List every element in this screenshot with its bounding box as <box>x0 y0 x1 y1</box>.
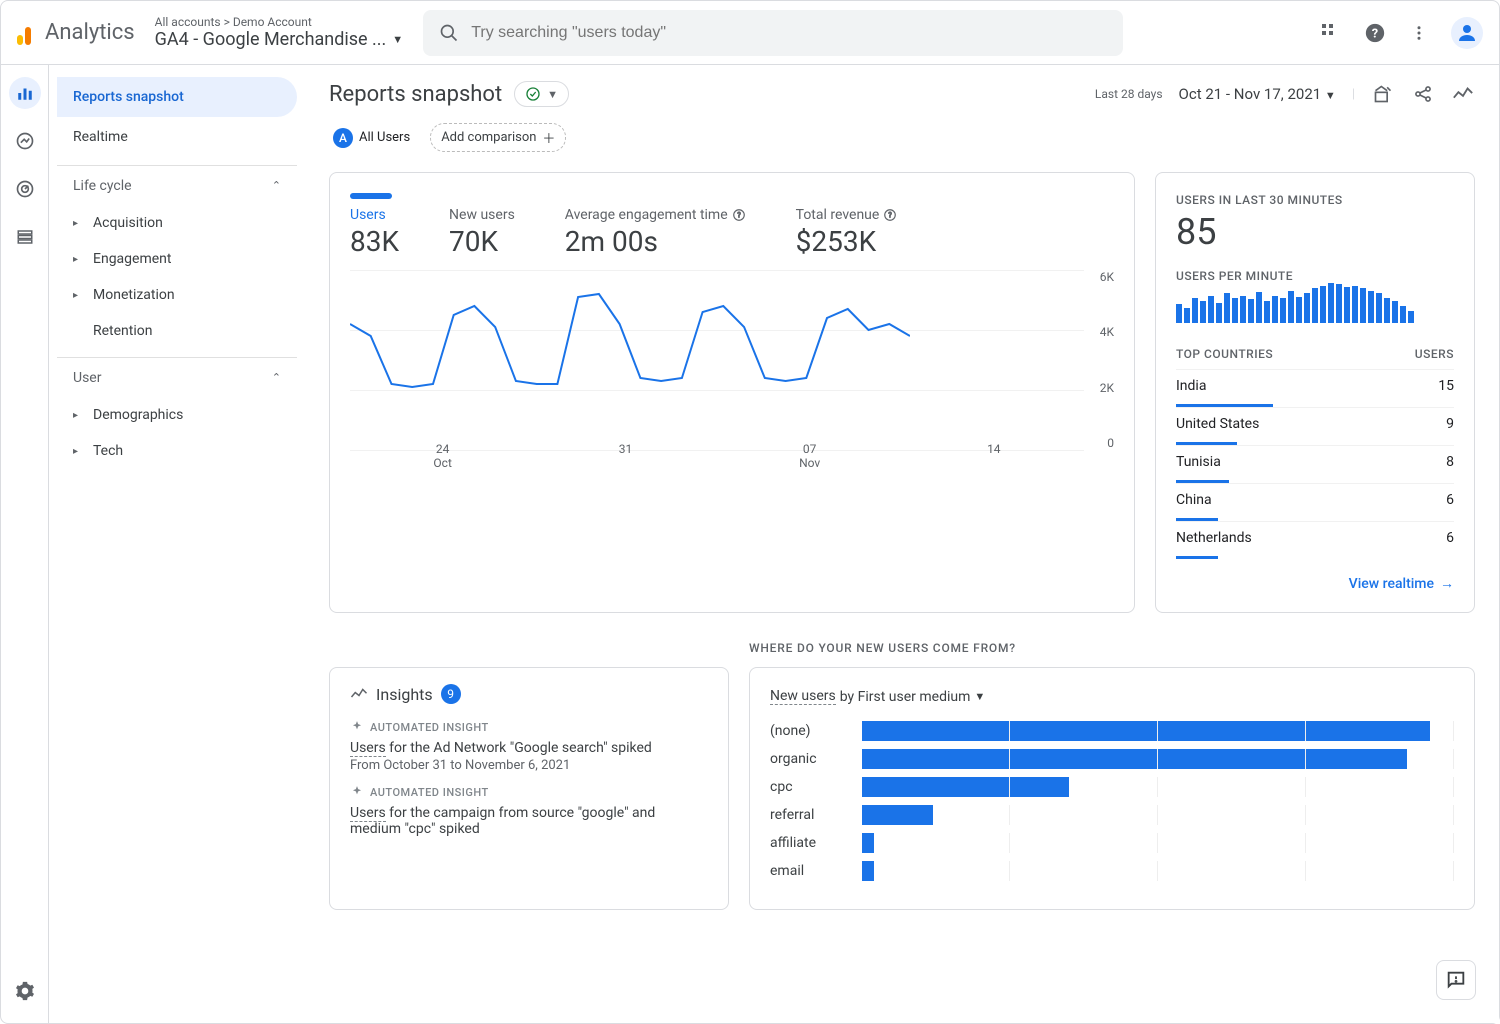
users-per-minute-chart <box>1176 283 1454 323</box>
bar-row: cpc <box>770 777 1454 797</box>
main-content: Reports snapshot ▼ Last 28 days Oct 21 -… <box>305 65 1499 1023</box>
sidebar-group-user[interactable]: User ⌃ <box>57 357 297 397</box>
sidebar-item-snapshot[interactable]: Reports snapshot <box>57 77 297 117</box>
newusers-dimension-selector[interactable]: New users by First user medium ▼ <box>770 688 1454 705</box>
search-icon <box>439 23 459 43</box>
svg-text:?: ? <box>889 211 893 219</box>
sidebar-item-realtime[interactable]: Realtime <box>57 117 297 157</box>
app-header: Analytics All accounts > Demo Account GA… <box>1 1 1499 65</box>
chevron-down-icon: ▼ <box>547 88 558 101</box>
verify-status[interactable]: ▼ <box>514 81 569 107</box>
bar-row: (none) <box>770 721 1454 741</box>
property-name: GA4 - Google Merchandise ... <box>155 29 387 50</box>
insights-icon[interactable] <box>1451 82 1475 106</box>
chevron-up-icon: ⌃ <box>272 371 281 384</box>
share-icon[interactable] <box>1411 82 1435 106</box>
chevron-down-icon: ▼ <box>974 690 985 703</box>
property-selector[interactable]: All accounts > Demo Account GA4 - Google… <box>155 15 404 50</box>
sidebar-item-monetization[interactable]: ▸Monetization <box>57 277 297 313</box>
newusers-card: New users by First user medium ▼ (none) o… <box>749 667 1475 910</box>
section-title-newusers: WHERE DO YOUR NEW USERS COME FROM? <box>749 641 1475 655</box>
svg-text:?: ? <box>1372 26 1378 41</box>
bar-row: email <box>770 861 1454 881</box>
nav-rail <box>1 65 49 1023</box>
sidebar-item-retention[interactable]: Retention <box>57 313 297 349</box>
overview-card: Users83K New users70K Average engagement t… <box>329 172 1135 613</box>
realtime-value: 85 <box>1176 211 1454 253</box>
country-row: Netherlands6 <box>1176 521 1454 559</box>
metric-tab[interactable]: New users70K <box>449 207 515 258</box>
sidebar-item-engagement[interactable]: ▸Engagement <box>57 241 297 277</box>
sidebar-item-tech[interactable]: ▸Tech <box>57 433 297 469</box>
sidebar-item-acquisition[interactable]: ▸Acquisition <box>57 205 297 241</box>
analytics-logo-icon <box>17 21 41 45</box>
country-row: Tunisia8 <box>1176 445 1454 483</box>
search-bar[interactable] <box>423 10 1123 56</box>
help-icon[interactable]: ? <box>1363 21 1387 45</box>
page-title: Reports snapshot <box>329 82 502 107</box>
date-label: Last 28 days <box>1095 87 1163 101</box>
more-icon[interactable] <box>1407 21 1431 45</box>
newusers-bar-chart: (none) organic cpc referral affiliate email <box>770 721 1454 881</box>
date-range-picker[interactable]: Oct 21 - Nov 17, 2021 ▼ <box>1179 85 1336 103</box>
rail-configure[interactable] <box>9 221 41 253</box>
segment-chip[interactable]: AAll Users <box>329 124 420 152</box>
chevron-up-icon: ⌃ <box>272 179 281 192</box>
active-metric-indicator <box>350 193 392 199</box>
feedback-button[interactable] <box>1436 960 1476 1000</box>
search-input[interactable] <box>471 24 1107 42</box>
sidebar-group-lifecycle[interactable]: Life cycle ⌃ <box>57 165 297 205</box>
sidebar: Reports snapshot Realtime Life cycle ⌃ ▸… <box>49 65 305 1023</box>
users-line-chart: 6K 4K 2K 0 24Oct3107Nov14 <box>350 270 1114 470</box>
view-realtime-link[interactable]: View realtime→ <box>1176 575 1454 592</box>
rail-advertising[interactable] <box>9 173 41 205</box>
insights-count-badge: 9 <box>441 684 461 704</box>
product-name: Analytics <box>45 20 135 45</box>
country-row: China6 <box>1176 483 1454 521</box>
insight-item[interactable]: AUTOMATED INSIGHTUsers for the Ad Networ… <box>350 720 708 773</box>
sidebar-item-demographics[interactable]: ▸Demographics <box>57 397 297 433</box>
avatar[interactable] <box>1451 17 1483 49</box>
apps-icon[interactable] <box>1319 21 1343 45</box>
bar-row: organic <box>770 749 1454 769</box>
realtime-card: USERS IN LAST 30 MINUTES 85 USERS PER MI… <box>1155 172 1475 613</box>
svg-text:?: ? <box>737 211 741 219</box>
rail-reports[interactable] <box>9 77 41 109</box>
realtime-label: USERS IN LAST 30 MINUTES <box>1176 193 1454 207</box>
rail-admin[interactable] <box>9 975 41 1007</box>
country-row: United States9 <box>1176 407 1454 445</box>
bar-row: referral <box>770 805 1454 825</box>
bar-row: affiliate <box>770 833 1454 853</box>
metric-tab[interactable]: Average engagement time ?2m 00s <box>565 207 746 258</box>
add-comparison-button[interactable]: Add comparison＋ <box>430 123 566 152</box>
metric-tab[interactable]: Total revenue ?$253K <box>796 207 898 258</box>
breadcrumb: All accounts > Demo Account <box>155 15 404 29</box>
insight-item[interactable]: AUTOMATED INSIGHTUsers for the campaign … <box>350 785 708 837</box>
country-row: India15 <box>1176 369 1454 407</box>
logo[interactable]: Analytics <box>17 20 135 45</box>
customize-icon[interactable] <box>1371 82 1395 106</box>
insights-card: Insights 9 AUTOMATED INSIGHTUsers for th… <box>329 667 729 910</box>
chevron-down-icon: ▼ <box>392 33 403 46</box>
metric-tab[interactable]: Users83K <box>350 207 399 258</box>
rail-explore[interactable] <box>9 125 41 157</box>
